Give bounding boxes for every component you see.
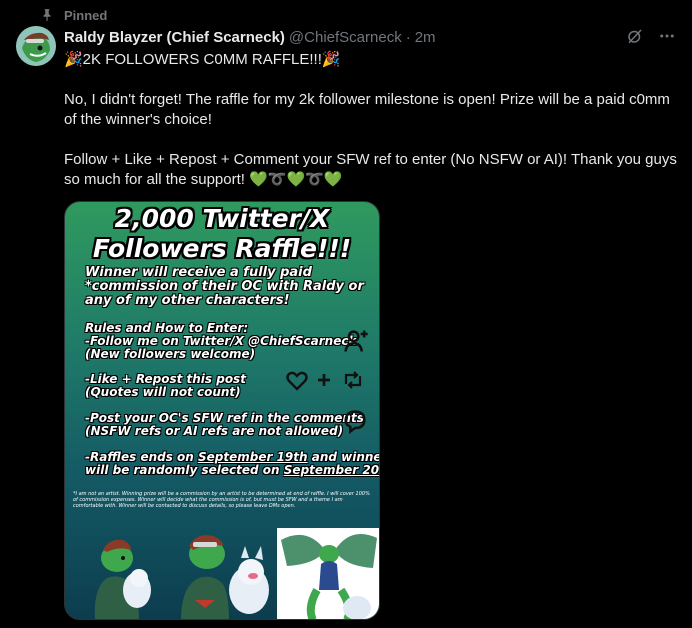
avatar[interactable]: [16, 26, 56, 66]
tweet-media-image[interactable]: 2,000 Twitter/X Followers Raffle!!! Winn…: [64, 201, 380, 620]
poster-intro-3: any of my other characters!: [85, 293, 290, 308]
character-art-3: [277, 528, 379, 619]
avatar-image: [16, 26, 56, 66]
poster-intro-2: *commission of their OC with Raldy or: [85, 279, 364, 294]
timestamp[interactable]: 2m: [415, 29, 436, 46]
character-art-2: [181, 535, 269, 619]
author-display-name[interactable]: Raldy Blayzer (Chief Scarneck): [64, 29, 285, 46]
poster-intro-1: Winner will receive a fully paid: [85, 265, 312, 280]
separator-dot: ·: [405, 28, 411, 46]
add-user-icon: [344, 330, 368, 352]
heart-icon: [286, 371, 308, 391]
tweet-text: 🎉2K FOLLOWERS C0MM RAFFLE!!!🎉 No, I didn…: [64, 50, 686, 190]
tweet-header: Raldy Blayzer (Chief Scarneck) @ChiefSca…: [64, 27, 676, 47]
comment-icon: [344, 410, 366, 435]
tweet-line-3: Follow + Like + Repost + Comment your SF…: [64, 151, 682, 188]
grok-icon[interactable]: [626, 27, 644, 45]
poster-rule-1b: (New followers welcome): [85, 347, 256, 361]
poster-fine-print: *I am not an artist. Winning prize will …: [73, 491, 370, 509]
pin-icon: [43, 9, 51, 21]
author-handle[interactable]: @ChiefScarneck: [289, 29, 402, 46]
character-art-1: [94, 539, 151, 619]
header-actions: [626, 27, 676, 45]
poster-title-line-1: 2,000 Twitter/X: [114, 204, 330, 233]
poster-rule-3b: (NSFW refs or AI refs are not allowed): [85, 424, 344, 438]
poster-end-1-post: and winner: [307, 450, 380, 464]
poster-end-2-pre: will be randomly selected on: [85, 463, 284, 477]
tweet-line-1: 🎉2K FOLLOWERS C0MM RAFFLE!!!🎉: [64, 51, 341, 68]
more-icon[interactable]: [658, 27, 676, 45]
plus-icon: [318, 374, 330, 386]
poster-select-date: September 20th: [283, 463, 380, 477]
tweet-line-2: No, I didn't forget! The raffle for my 2…: [64, 91, 675, 128]
repost-icon: [344, 371, 362, 389]
poster-end-1-pre: -Raffles ends on: [85, 450, 198, 464]
poster-end-2: will be randomly selected on September 2…: [85, 463, 379, 477]
poster-end-date: September 19th: [198, 450, 308, 464]
pinned-indicator: Pinned: [40, 6, 107, 24]
pinned-label: Pinned: [64, 7, 108, 23]
poster-title-line-2: Followers Raffle!!!: [92, 234, 352, 263]
